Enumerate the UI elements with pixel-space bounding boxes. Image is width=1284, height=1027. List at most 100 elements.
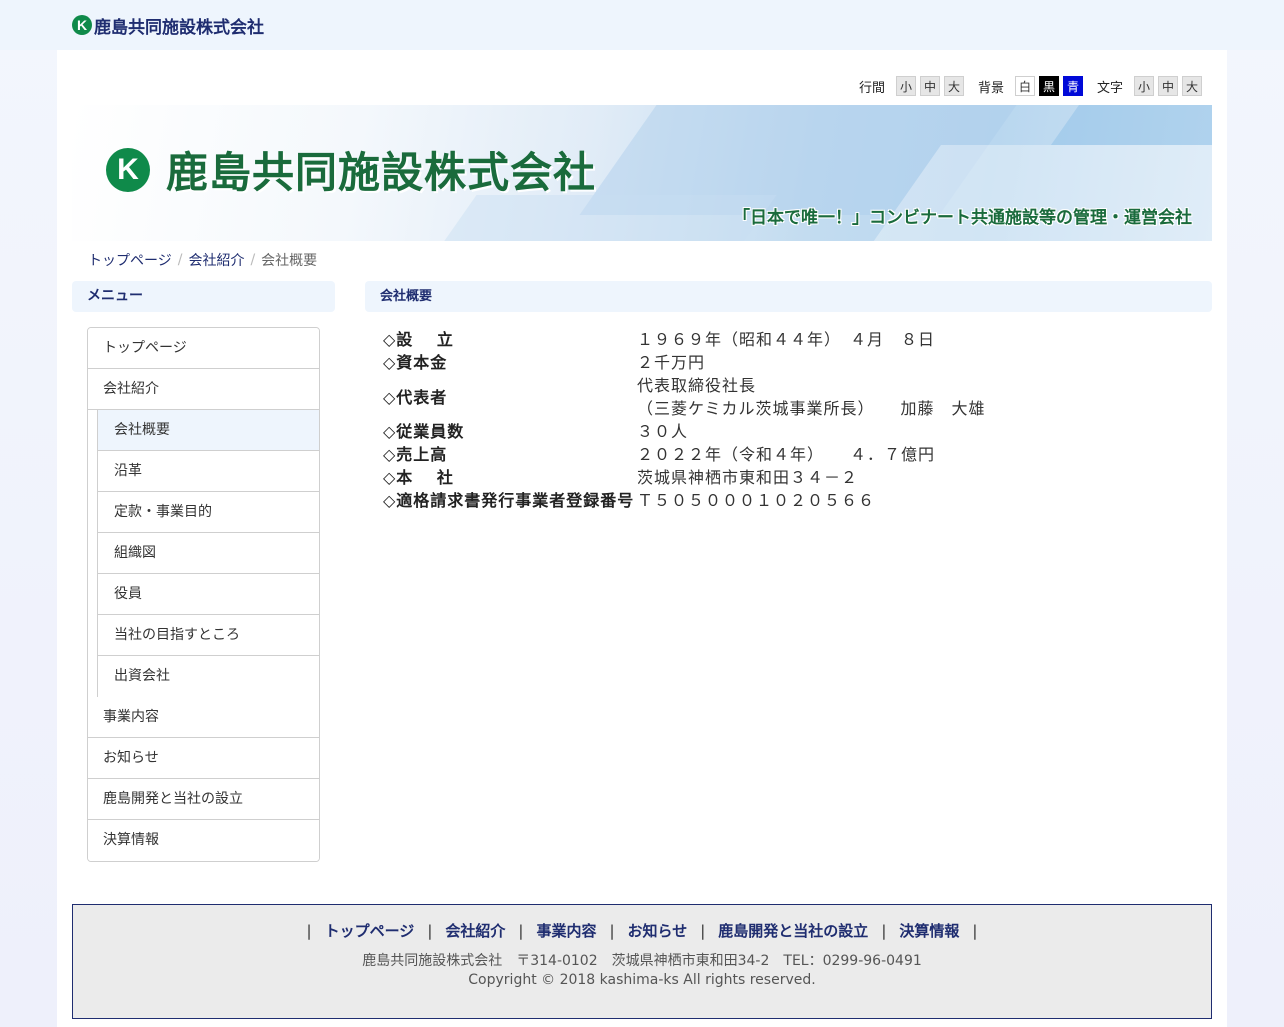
site-logo[interactable]: K 鹿島共同施設株式会社 [72, 13, 264, 38]
sidebar-item-label: 会社紹介 [103, 381, 159, 397]
sidebar-item-kashima-development[interactable]: 鹿島開発と当社の設立 [88, 779, 319, 820]
breadcrumb: トップページ / 会社紹介 / 会社概要 [88, 250, 317, 270]
sidebar-subitem-vision[interactable]: 当社の目指すところ [98, 615, 319, 656]
row-label: ◇代表者 [383, 387, 448, 407]
text-size-label: 文字 [1096, 80, 1123, 96]
sidebar-item-label: 組織図 [114, 545, 156, 561]
background-tool: 背景 白 黒 青 [978, 76, 1083, 96]
text-size-medium-button[interactable]: 中 [1158, 76, 1178, 96]
sidebar-item-label: 決算情報 [103, 832, 159, 848]
footer-separator: | [700, 921, 706, 940]
sidebar-item-top-page[interactable]: トップページ [88, 328, 319, 369]
table-row: ◇代表者 代表取締役社長 （三菱ケミカル茨城事業所長） 加藤 大雄 [383, 374, 986, 420]
breadcrumb-separator: / [177, 252, 183, 268]
footer-link-business[interactable]: 事業内容 [536, 920, 596, 941]
table-row: ◇本 社 茨城県神栖市東和田３４－２ [383, 466, 986, 489]
sidebar-subitem-officers[interactable]: 役員 [98, 574, 319, 615]
company-overview-table: ◇設 立 １９６９年（昭和４４年） ４月 ８日 ◇資本金 ２千万円 ◇代表者 代… [383, 328, 986, 512]
banner-decoration [427, 195, 777, 241]
banner-tagline: 「日本で唯一！」コンビナート共通施設等の管理・運営会社 [733, 208, 1192, 228]
text-size-small-button[interactable]: 小 [1134, 76, 1154, 96]
sidebar-subitem-history[interactable]: 沿革 [98, 451, 319, 492]
background-black-button[interactable]: 黒 [1038, 76, 1059, 96]
table-row: ◇従業員数 ３０人 [383, 420, 986, 443]
footer-separator: | [306, 921, 312, 940]
sidebar-item-label: 鹿島開発と当社の設立 [103, 791, 243, 807]
banner-title: 鹿島共同施設株式会社 [166, 148, 597, 197]
text-size-tool: 文字 小 中 大 [1097, 76, 1202, 96]
footer-separator: | [609, 921, 615, 940]
sidebar-subitem-investors[interactable]: 出資会社 [98, 656, 319, 697]
footer-link-kashima-development[interactable]: 鹿島開発と当社の設立 [718, 920, 868, 941]
k-logo-icon: K [72, 15, 92, 35]
sidebar-item-business[interactable]: 事業内容 [88, 697, 319, 738]
sidebar-item-label: 役員 [114, 586, 142, 602]
sidebar-subitem-overview[interactable]: 会社概要 [98, 410, 319, 451]
banner-logo: K 鹿島共同施設株式会社 [106, 139, 596, 200]
text-size-large-button[interactable]: 大 [1182, 76, 1202, 96]
line-spacing-large-button[interactable]: 大 [943, 76, 964, 96]
row-value: ２０２２年（令和４年） ４．７億円 [637, 445, 936, 464]
footer-copyright: Copyright © 2018 kashima-ks All rights r… [468, 972, 816, 988]
banner-decoration [1050, 105, 1212, 145]
header-banner: K 鹿島共同施設株式会社 「日本で唯一！」コンビナート共通施設等の管理・運営会社 [72, 105, 1212, 241]
sidebar-item-label: 事業内容 [103, 709, 159, 725]
sidebar-item-label: トップページ [103, 340, 187, 356]
representative-title: 代表取締役社長 [637, 376, 757, 395]
footer-separator: | [427, 921, 433, 940]
representative-name: （三菱ケミカル茨城事業所長） 加藤 大雄 [637, 399, 986, 418]
table-row: ◇適格請求書発行事業者登録番号 Ｔ５０５０００１０２０５６６ [383, 489, 986, 512]
table-row: ◇設 立 １９６９年（昭和４４年） ４月 ８日 [383, 328, 986, 351]
footer: | トップページ | 会社紹介 | 事業内容 | お知らせ | 鹿島開発と当社の… [72, 904, 1212, 1019]
background-label: 背景 [977, 80, 1004, 96]
accessibility-tools: 行間 小 中 大 背景 白 黒 青 文字 小 中 大 [845, 76, 1202, 96]
row-value: ２千万円 [637, 353, 706, 372]
breadcrumb-separator: / [250, 252, 256, 268]
footer-separator: | [972, 921, 978, 940]
line-spacing-medium-button[interactable]: 中 [919, 76, 940, 96]
table-row: ◇売上高 ２０２２年（令和４年） ４．７億円 [383, 443, 986, 466]
footer-link-company[interactable]: 会社紹介 [445, 920, 505, 941]
row-value: 代表取締役社長 （三菱ケミカル茨城事業所長） 加藤 大雄 [637, 374, 986, 420]
row-value: 茨城県神栖市東和田３４－２ [637, 468, 859, 487]
row-label: ◇資本金 [383, 353, 448, 372]
sidebar-item-label: 当社の目指すところ [114, 627, 240, 643]
sidebar-item-label: 会社概要 [114, 422, 170, 438]
breadcrumb-home-link[interactable]: トップページ [88, 250, 172, 270]
sidebar-subitem-articles[interactable]: 定款・事業目的 [98, 492, 319, 533]
background-white-button[interactable]: 白 [1014, 76, 1035, 96]
breadcrumb-current: 会社概要 [261, 253, 318, 269]
site-name[interactable]: 鹿島共同施設株式会社 [94, 13, 264, 38]
sidebar-item-label: 定款・事業目的 [114, 504, 212, 520]
sidebar-heading: メニュー [72, 281, 335, 312]
row-label: ◇適格請求書発行事業者登録番号 [383, 491, 635, 510]
footer-nav: | トップページ | 会社紹介 | 事業内容 | お知らせ | 鹿島開発と当社の… [73, 920, 1211, 941]
sidebar-item-financials[interactable]: 決算情報 [88, 820, 319, 861]
row-value: １９６９年（昭和４４年） ４月 ８日 [637, 330, 936, 349]
top-header-bar: K 鹿島共同施設株式会社 [0, 0, 1284, 50]
footer-link-top-page[interactable]: トップページ [325, 920, 415, 941]
footer-address: 鹿島共同施設株式会社 〒314-0102 茨城県神栖市東和田34-2 TEL：0… [362, 953, 922, 969]
footer-separator: | [881, 921, 887, 940]
sidebar-item-label: 出資会社 [114, 668, 170, 684]
row-label: ◇売上高 [383, 445, 448, 464]
sidebar-menu: トップページ 会社紹介 会社概要 沿革 定款・事業目的 組織図 役員 当社の目指… [87, 327, 320, 862]
breadcrumb-section-link[interactable]: 会社紹介 [188, 250, 244, 270]
line-spacing-label: 行間 [858, 80, 885, 96]
sidebar-subitem-org-chart[interactable]: 組織図 [98, 533, 319, 574]
sidebar-item-company[interactable]: 会社紹介 [88, 369, 319, 410]
row-label: ◇従業員数 [383, 422, 465, 441]
footer-separator: | [518, 921, 524, 940]
table-row: ◇資本金 ２千万円 [383, 351, 986, 374]
line-spacing-small-button[interactable]: 小 [895, 76, 916, 96]
row-value: Ｔ５０５０００１０２０５６６ [637, 491, 876, 510]
background-blue-button[interactable]: 青 [1062, 76, 1083, 96]
row-label: ◇本 社 [383, 468, 454, 487]
page-container: 行間 小 中 大 背景 白 黒 青 文字 小 中 大 K 鹿島共同施設株式会社 … [57, 50, 1227, 1027]
sidebar-item-news[interactable]: お知らせ [88, 738, 319, 779]
line-spacing-tool: 行間 小 中 大 [859, 76, 964, 96]
footer-link-financials[interactable]: 決算情報 [899, 920, 959, 941]
footer-link-news[interactable]: お知らせ [628, 920, 688, 941]
sidebar-item-label: 沿革 [114, 463, 142, 479]
page-title: 会社概要 [365, 281, 1212, 312]
